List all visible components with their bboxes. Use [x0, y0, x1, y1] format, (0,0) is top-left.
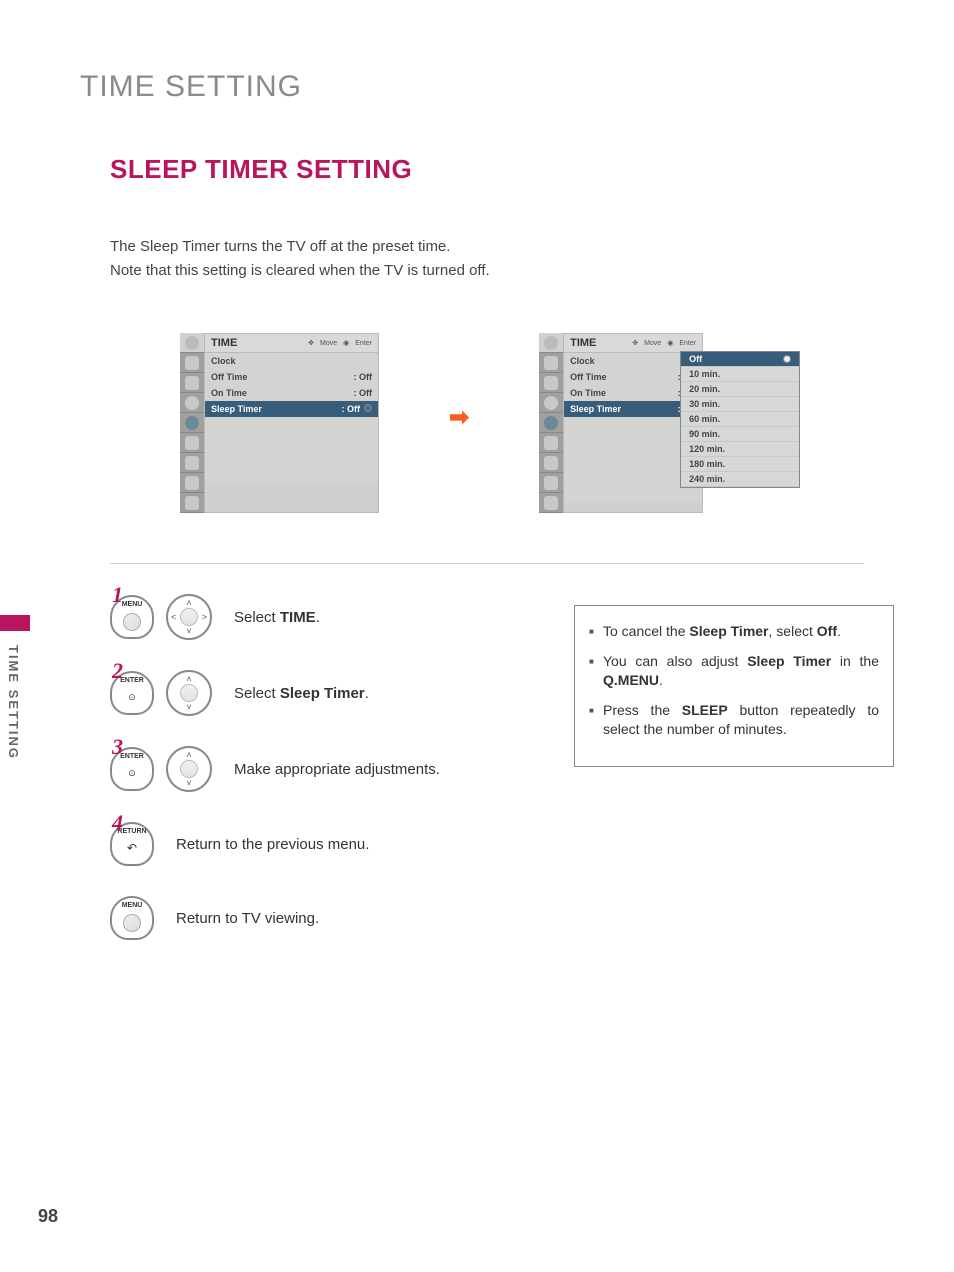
dropdown-option: 10 min.	[681, 367, 799, 382]
side-tab-bar	[0, 615, 30, 631]
step-number: 2	[112, 658, 123, 684]
menu-icon	[539, 453, 563, 473]
menu-icon	[180, 393, 204, 413]
menu-header-help: ✥Move ◉Enter	[632, 339, 696, 347]
dropdown-option: 180 min.	[681, 457, 799, 472]
dropdown-option: 90 min.	[681, 427, 799, 442]
menu-header-title: TIME	[211, 337, 237, 349]
step-number: 1	[112, 582, 123, 608]
dropdown-option-off-selected: Off	[681, 352, 799, 367]
menu-icon	[180, 473, 204, 493]
tv-menu-left: TIME ✥Move ◉Enter Clock Off Time: Off On…	[180, 333, 379, 513]
menu-icon	[180, 353, 204, 373]
remote-menu-button-icon: MENU	[110, 896, 154, 940]
tv-menu-right: TIME ✥Move ◉Enter Clock Off Time: Off On…	[539, 333, 703, 513]
step-number: 4	[112, 810, 123, 836]
remote-dpad-vertical-icon: ˄˅ ˂˃	[166, 746, 212, 792]
menu-icon	[539, 393, 563, 413]
menu-icon	[539, 413, 563, 433]
menu-header-help: ✥Move ◉Enter	[308, 339, 372, 347]
menu-icon	[180, 453, 204, 473]
intro-line-2: Note that this setting is cleared when t…	[110, 259, 894, 283]
menu-row-clock: Clock	[205, 353, 378, 369]
dropdown-option: 60 min.	[681, 412, 799, 427]
menu-icon	[180, 373, 204, 393]
step-text: Return to the previous menu.	[176, 836, 369, 853]
menu-icon	[539, 493, 563, 513]
step-text: Make appropriate adjustments.	[234, 761, 440, 778]
radio-selected-icon	[364, 404, 372, 412]
step-4: 4 RETURN ↶ Return to the previous menu.	[110, 822, 894, 866]
step-number: 3	[112, 734, 123, 760]
menu-icon	[539, 433, 563, 453]
menu-icon-column	[180, 333, 204, 513]
menu-row-ontime: On Time: Off	[205, 385, 378, 401]
dropdown-option: 120 min.	[681, 442, 799, 457]
menu-icon	[539, 353, 563, 373]
menu-icon-column	[539, 333, 563, 513]
note-item: To cancel the Sleep Timer, select Off.	[589, 622, 879, 642]
menu-icon	[539, 473, 563, 493]
menu-icon	[180, 433, 204, 453]
notes-box: To cancel the Sleep Timer, select Off. Y…	[574, 605, 894, 767]
menu-icon	[180, 493, 204, 513]
page-number: 98	[38, 1206, 58, 1227]
dropdown-option: 20 min.	[681, 382, 799, 397]
dropdown-option: 240 min.	[681, 472, 799, 487]
menu-screenshots-row: TIME ✥Move ◉Enter Clock Off Time: Off On…	[180, 333, 894, 513]
note-item: You can also adjust Sleep Timer in the Q…	[589, 652, 879, 691]
menu-row-offtime: Off Time: Off	[205, 369, 378, 385]
remote-dpad-vertical-icon: ˄˅ ˂˃	[166, 670, 212, 716]
menu-icon-time	[539, 333, 563, 353]
intro-line-1: The Sleep Timer turns the TV off at the …	[110, 235, 894, 259]
step-text: Return to TV viewing.	[176, 910, 319, 927]
step-text: Select Sleep Timer.	[234, 685, 369, 702]
note-item: Press the SLEEP button repeatedly to sel…	[589, 701, 879, 740]
side-tab-label: TIME SETTING	[0, 631, 27, 774]
page-subtitle: SLEEP TIMER SETTING	[110, 154, 894, 185]
step-text: Select TIME.	[234, 609, 320, 626]
menu-icon	[180, 413, 204, 433]
side-tab: TIME SETTING	[0, 615, 30, 785]
dropdown-option: 30 min.	[681, 397, 799, 412]
divider	[110, 563, 864, 564]
menu-row-sleeptimer-selected: Sleep Timer : Off	[205, 401, 378, 417]
sleep-timer-dropdown: Off 10 min. 20 min. 30 min. 60 min. 90 m…	[680, 351, 800, 488]
menu-header-title: TIME	[570, 337, 596, 349]
radio-selected-icon	[783, 355, 791, 363]
menu-body-left: TIME ✥Move ◉Enter Clock Off Time: Off On…	[204, 333, 379, 513]
remote-dpad-icon: ˄˅ ˂˃	[166, 594, 212, 640]
arrow-right-icon: ➡	[449, 403, 469, 432]
menu-icon-time	[180, 333, 204, 353]
page-title: TIME SETTING	[80, 70, 894, 104]
menu-icon	[539, 373, 563, 393]
intro-text: The Sleep Timer turns the TV off at the …	[110, 235, 894, 283]
menu-header: TIME ✥Move ◉Enter	[205, 334, 378, 353]
step-5: MENU Return to TV viewing.	[110, 896, 894, 940]
